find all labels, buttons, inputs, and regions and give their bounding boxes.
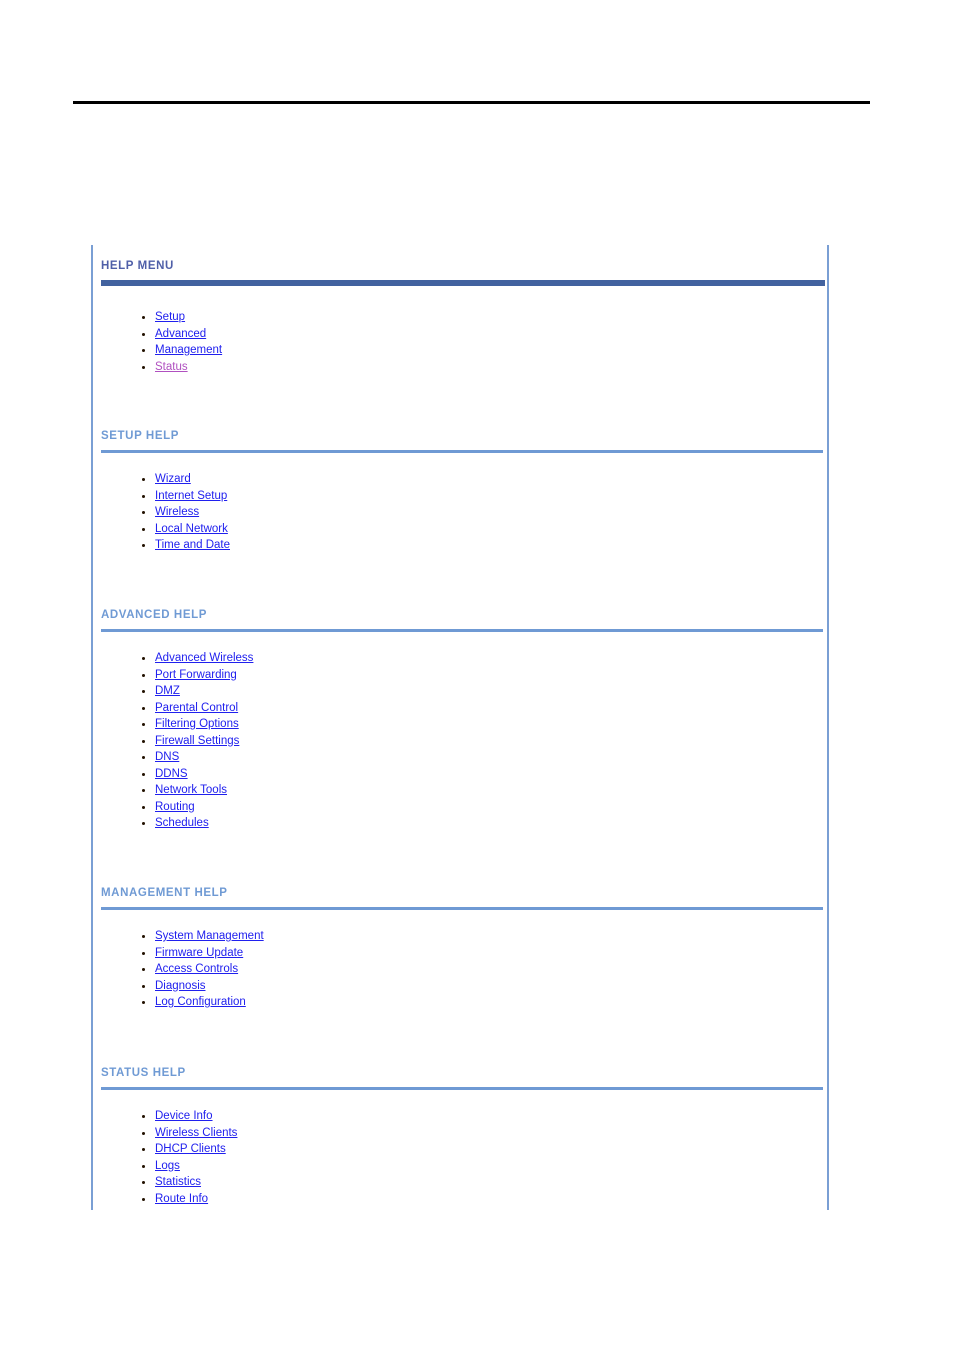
help-link-log-configuration[interactable]: Log Configuration xyxy=(155,996,246,1008)
list-item: Logs xyxy=(141,1158,237,1175)
list-item: System Management xyxy=(141,928,264,945)
help-link-list-status-help: Device Info Wireless Clients DHCP Clients L… xyxy=(141,1108,237,1207)
list-item: Management xyxy=(141,342,222,359)
section-divider-setup-help xyxy=(101,450,823,453)
section-status-help: STATUS HELP Device Info Wireless Clients DH… xyxy=(101,1066,825,1205)
help-link-status[interactable]: Status xyxy=(155,361,188,373)
help-link-parental-control[interactable]: Parental Control xyxy=(155,702,238,714)
help-link-system-management[interactable]: System Management xyxy=(155,930,264,942)
help-link-wireless-clients[interactable]: Wireless Clients xyxy=(155,1127,237,1139)
list-item: Firmware Update xyxy=(141,945,264,962)
section-divider-help-menu xyxy=(101,280,825,286)
help-link-device-info[interactable]: Device Info xyxy=(155,1110,213,1122)
list-item: Wizard xyxy=(141,471,230,488)
help-link-network-tools[interactable]: Network Tools xyxy=(155,784,227,796)
help-link-list-setup-help: Wizard Internet Setup Wireless Local Networ… xyxy=(141,471,230,554)
help-link-advanced[interactable]: Advanced xyxy=(155,328,206,340)
help-link-firewall-settings[interactable]: Firewall Settings xyxy=(155,735,239,747)
list-item: Port Forwarding xyxy=(141,667,253,684)
help-link-logs[interactable]: Logs xyxy=(155,1160,180,1172)
help-link-port-forwarding[interactable]: Port Forwarding xyxy=(155,669,237,681)
help-link-local-network[interactable]: Local Network xyxy=(155,523,228,535)
help-link-statistics[interactable]: Statistics xyxy=(155,1176,201,1188)
help-link-list-management-help: System Management Firmware Update Access C… xyxy=(141,928,264,1011)
section-heading-status-help: STATUS HELP xyxy=(101,1067,186,1079)
list-item: Wireless Clients xyxy=(141,1125,237,1142)
help-link-list-help-menu: Setup Advanced Management Status xyxy=(141,309,222,375)
list-item: Setup xyxy=(141,309,222,326)
section-divider-management-help xyxy=(101,907,823,910)
list-item: Log Configuration xyxy=(141,994,264,1011)
section-setup-help: SETUP HELP Wizard Internet Setup Wireless Lo… xyxy=(101,429,825,551)
help-link-diagnosis[interactable]: Diagnosis xyxy=(155,980,206,992)
list-item: Diagnosis xyxy=(141,978,264,995)
help-link-dmz[interactable]: DMZ xyxy=(155,685,180,697)
help-link-dns[interactable]: DNS xyxy=(155,751,179,763)
section-heading-setup-help: SETUP HELP xyxy=(101,430,179,442)
help-link-wireless[interactable]: Wireless xyxy=(155,506,199,518)
help-link-dhcp-clients[interactable]: DHCP Clients xyxy=(155,1143,226,1155)
list-item: Device Info xyxy=(141,1108,237,1125)
list-item: Network Tools xyxy=(141,782,253,799)
help-link-internet-setup[interactable]: Internet Setup xyxy=(155,490,227,502)
list-item: DDNS xyxy=(141,766,253,783)
help-link-management[interactable]: Management xyxy=(155,344,222,356)
help-link-firmware-update[interactable]: Firmware Update xyxy=(155,947,243,959)
help-link-list-advanced-help: Advanced Wireless Port Forwarding DMZ Paren… xyxy=(141,650,253,832)
list-item: Schedules xyxy=(141,815,253,832)
section-divider-status-help xyxy=(101,1087,823,1090)
list-item: Local Network xyxy=(141,521,230,538)
section-help-menu: HELP MENU Setup Advanced Management Status xyxy=(101,259,825,373)
list-item: Status xyxy=(141,359,222,376)
help-link-advanced-wireless[interactable]: Advanced Wireless xyxy=(155,652,253,664)
list-item: Internet Setup xyxy=(141,488,230,505)
section-management-help: MANAGEMENT HELP System Management Firmware… xyxy=(101,886,825,1008)
list-item: Wireless xyxy=(141,504,230,521)
list-item: DNS xyxy=(141,749,253,766)
section-heading-help-menu: HELP MENU xyxy=(101,260,174,272)
section-divider-advanced-help xyxy=(101,629,823,632)
list-item: DHCP Clients xyxy=(141,1141,237,1158)
list-item: Route Info xyxy=(141,1191,237,1208)
list-item: Time and Date xyxy=(141,537,230,554)
help-link-access-controls[interactable]: Access Controls xyxy=(155,963,238,975)
list-item: Statistics xyxy=(141,1174,237,1191)
help-link-ddns[interactable]: DDNS xyxy=(155,768,188,780)
help-content-frame: HELP MENU Setup Advanced Management Status SE… xyxy=(91,245,829,1210)
list-item: Advanced Wireless xyxy=(141,650,253,667)
help-link-time-and-date[interactable]: Time and Date xyxy=(155,539,230,551)
help-link-schedules[interactable]: Schedules xyxy=(155,817,209,829)
section-heading-advanced-help: ADVANCED HELP xyxy=(101,609,207,621)
list-item: Filtering Options xyxy=(141,716,253,733)
help-link-routing[interactable]: Routing xyxy=(155,801,195,813)
list-item: Advanced xyxy=(141,326,222,343)
section-heading-management-help: MANAGEMENT HELP xyxy=(101,887,228,899)
list-item: Access Controls xyxy=(141,961,264,978)
help-link-route-info[interactable]: Route Info xyxy=(155,1193,208,1205)
section-advanced-help: ADVANCED HELP Advanced Wireless Port Forwa… xyxy=(101,608,825,829)
list-item: Firewall Settings xyxy=(141,733,253,750)
help-link-setup[interactable]: Setup xyxy=(155,311,185,323)
page-top-rule xyxy=(73,101,870,104)
list-item: Routing xyxy=(141,799,253,816)
list-item: DMZ xyxy=(141,683,253,700)
help-link-filtering-options[interactable]: Filtering Options xyxy=(155,718,239,730)
list-item: Parental Control xyxy=(141,700,253,717)
help-link-wizard[interactable]: Wizard xyxy=(155,473,191,485)
